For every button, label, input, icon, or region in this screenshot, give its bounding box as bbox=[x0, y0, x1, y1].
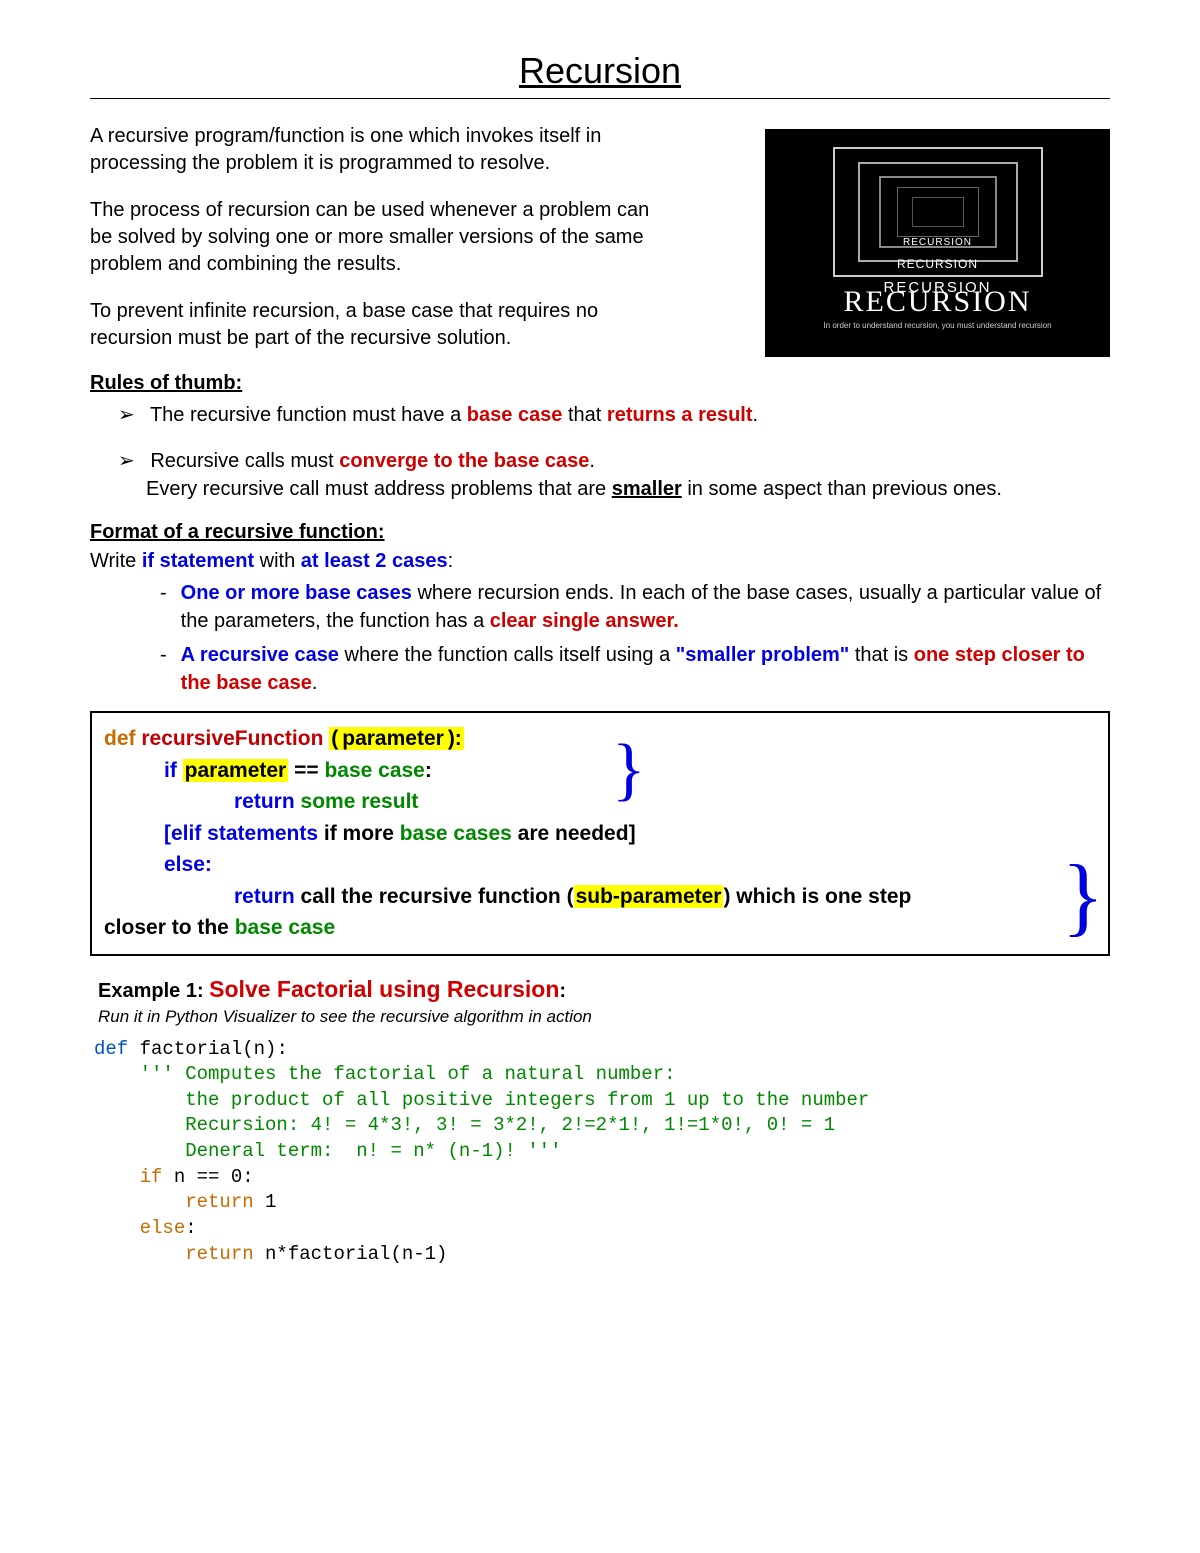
fmt2-f: . bbox=[312, 672, 318, 694]
rule2-smaller: smaller bbox=[612, 478, 682, 500]
rule2-sub-c: in some aspect than previous ones. bbox=[682, 478, 1002, 500]
example-subtitle: Run it in Python Visualizer to see the r… bbox=[98, 1007, 1110, 1027]
poster-word-large: RECURSION bbox=[883, 279, 991, 296]
fmt1-a: One or more base cases bbox=[181, 582, 412, 604]
rule-2: Recursive calls must converge to the bas… bbox=[118, 447, 1110, 503]
parameter: parameter bbox=[183, 759, 289, 782]
fmt1-c: clear single answer. bbox=[490, 610, 679, 632]
py-ret-2-expr: n*factorial(n-1) bbox=[265, 1243, 447, 1265]
intro-text: A recursive program/function is one whic… bbox=[90, 123, 650, 352]
elif-mid: if more bbox=[318, 822, 400, 845]
fmt2-a: A recursive case bbox=[181, 644, 339, 666]
kw-if: if bbox=[164, 759, 183, 782]
sub-parameter: sub-parameter bbox=[574, 885, 724, 908]
elif-open: [elif statements bbox=[164, 822, 318, 845]
fmt-intro-c: with bbox=[254, 550, 301, 572]
fn-name: recursiveFunction bbox=[141, 727, 323, 750]
rule-1: The recursive function must have a base … bbox=[118, 401, 1110, 429]
fmt-intro-e: : bbox=[448, 550, 454, 572]
code-line-6: return call the recursive function (sub-… bbox=[234, 881, 1096, 913]
py-comment-2: the product of all positive integers fro… bbox=[94, 1089, 869, 1111]
closer-a: closer to the bbox=[104, 916, 235, 939]
intro-p2: The process of recursion can be used whe… bbox=[90, 197, 650, 278]
op-eq: == bbox=[288, 759, 324, 782]
kw-def: def bbox=[104, 727, 136, 750]
result: some result bbox=[301, 790, 419, 813]
py-comment-3: Recursion: 4! = 4*3!, 3! = 3*2!, 2!=2*1!… bbox=[94, 1114, 835, 1136]
example-colon: : bbox=[559, 980, 566, 1002]
poster-word-mid: RECURSION bbox=[897, 257, 978, 271]
rule1-returns: returns a result bbox=[607, 404, 753, 426]
brace-icon: } bbox=[1062, 853, 1104, 941]
fmt-intro-2cases: at least 2 cases bbox=[301, 550, 448, 572]
fmt2-c: "smaller problem" bbox=[676, 644, 849, 666]
fmt2-d: that is bbox=[849, 644, 913, 666]
code-line-4: [elif statements if more base cases are … bbox=[164, 818, 1096, 850]
paren-open: ( bbox=[329, 727, 340, 750]
kw-else: else: bbox=[164, 853, 212, 876]
page-title: Recursion bbox=[90, 50, 1110, 99]
py-fn-name: factorial bbox=[140, 1038, 243, 1060]
closer-b: base case bbox=[235, 916, 335, 939]
recursion-poster-image: RECURSION RECURSION RECURSION RECURSION … bbox=[765, 129, 1110, 357]
format-intro: Write if statement with at least 2 cases… bbox=[90, 550, 1110, 573]
rule2-dot: . bbox=[589, 450, 595, 472]
rule2-sub: Every recursive call must address proble… bbox=[146, 475, 1110, 503]
rule1-text-c: that bbox=[562, 404, 606, 426]
py-else: else bbox=[94, 1217, 185, 1239]
py-def: def bbox=[94, 1038, 140, 1060]
fmt2-b: where the function calls itself using a bbox=[339, 644, 676, 666]
elif-bc: base cases bbox=[400, 822, 512, 845]
py-return-1: return bbox=[94, 1191, 265, 1213]
format-heading: Format of a recursive function: bbox=[90, 521, 1110, 544]
code-line-1: def recursiveFunction (parameter): bbox=[104, 723, 1096, 755]
brace-icon: } bbox=[612, 735, 646, 805]
intro-section: A recursive program/function is one whic… bbox=[90, 123, 1110, 352]
format-list: One or more base cases where recursion e… bbox=[160, 579, 1110, 697]
example-label: Example 1: bbox=[98, 980, 209, 1002]
code-line-7: closer to the base case bbox=[104, 912, 1096, 944]
fmt-intro-if: if statement bbox=[142, 550, 254, 572]
example-heading: Example 1: Solve Factorial using Recursi… bbox=[98, 976, 1110, 1003]
intro-p1: A recursive program/function is one whic… bbox=[90, 123, 650, 177]
rules-list: The recursive function must have a base … bbox=[118, 401, 1110, 503]
rule2-sub-a: Every recursive call must address proble… bbox=[146, 478, 612, 500]
colon: : bbox=[425, 759, 432, 782]
py-cond: n == 0: bbox=[162, 1166, 253, 1188]
poster-word-small: RECURSION bbox=[903, 237, 972, 248]
code-line-5: else: bbox=[164, 849, 1096, 881]
rules-heading: Rules of thumb: bbox=[90, 372, 1110, 395]
paren-close: ): bbox=[446, 727, 464, 750]
elif-end: are needed] bbox=[512, 822, 636, 845]
call-b: ) which is one step bbox=[723, 885, 911, 908]
py-if: if bbox=[94, 1166, 162, 1188]
rule1-base-case: base case bbox=[467, 404, 563, 426]
call-a: call the recursive function ( bbox=[301, 885, 574, 908]
poster-tagline: In order to understand recursion, you mu… bbox=[823, 321, 1051, 330]
rule2-converge: converge to the base case bbox=[339, 450, 589, 472]
py-ret-1-val: 1 bbox=[265, 1191, 276, 1213]
py-else-colon: : bbox=[185, 1217, 196, 1239]
code-line-3: return some result bbox=[234, 786, 1096, 818]
document-page: Recursion A recursive program/function i… bbox=[0, 0, 1200, 1553]
rule1-dot: . bbox=[753, 404, 759, 426]
format-item-2: A recursive case where the function call… bbox=[160, 641, 1110, 697]
intro-p3: To prevent infinite recursion, a base ca… bbox=[90, 298, 650, 352]
py-comment-1: ''' Computes the factorial of a natural … bbox=[94, 1063, 676, 1085]
py-comment-4: Deneral term: n! = n* (n-1)! ''' bbox=[94, 1140, 561, 1162]
format-item-1: One or more base cases where recursion e… bbox=[160, 579, 1110, 635]
example-title: Solve Factorial using Recursion bbox=[209, 976, 559, 1002]
python-code: def factorial(n): ''' Computes the facto… bbox=[94, 1037, 1110, 1268]
py-return-2: return bbox=[94, 1243, 265, 1265]
kw-return: return bbox=[234, 885, 301, 908]
rule1-text-a: The recursive function must have a bbox=[150, 404, 467, 426]
py-paren: (n): bbox=[242, 1038, 288, 1060]
rule2-text-a: Recursive calls must bbox=[150, 450, 339, 472]
pseudocode-box: } } def recursiveFunction (parameter): i… bbox=[90, 711, 1110, 956]
parameter: parameter bbox=[340, 727, 446, 750]
kw-return: return bbox=[234, 790, 301, 813]
fmt-intro-a: Write bbox=[90, 550, 142, 572]
base-case: base case bbox=[324, 759, 424, 782]
